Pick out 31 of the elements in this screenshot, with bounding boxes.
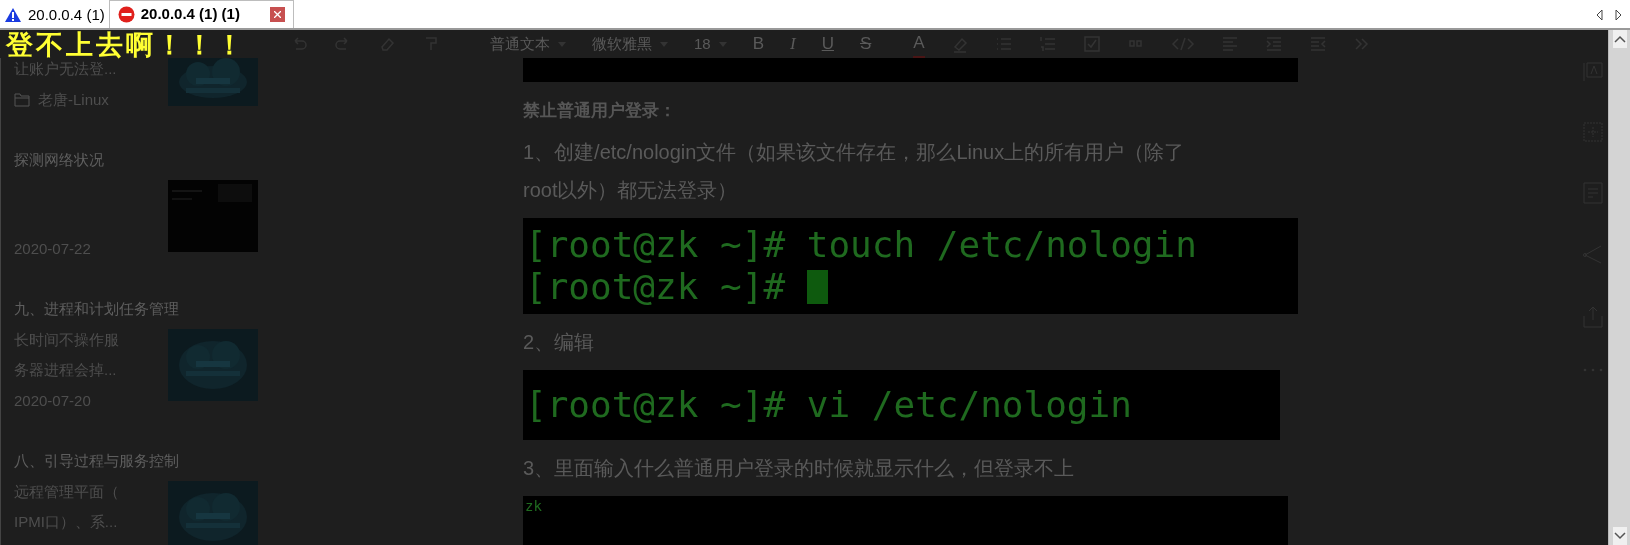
terminal-line: [root@zk ~]# — [525, 265, 787, 308]
close-icon — [273, 11, 281, 18]
article-title[interactable]: 九、进程和计划任务管理 — [14, 298, 523, 321]
strikethrough-button[interactable]: S — [860, 31, 872, 57]
no-entry-icon — [117, 6, 135, 23]
size-select[interactable]: 18 — [694, 32, 727, 56]
underline-button[interactable]: U — [821, 31, 834, 57]
paragraph-line: 1、创建/etc/nologin文件（如果该文件存在，那么Linux上的所有用户（除了 — [523, 139, 1186, 164]
terminal-line: [root@zk ~]# touch /etc/nologin — [525, 223, 1197, 266]
paragraph-line: root以外）都无法登录） — [523, 177, 739, 202]
style-select[interactable]: 普通文本 — [490, 32, 566, 56]
scroll-right-icon[interactable] — [1615, 9, 1622, 21]
bold-button[interactable]: B — [752, 31, 765, 57]
warning-icon — [4, 7, 22, 23]
article-title[interactable]: 八、引导过程与服务控制 — [14, 450, 523, 473]
terminal-message: 登不上去啊！！！ — [4, 30, 247, 58]
scroll-up-icon[interactable] — [1612, 30, 1627, 48]
close-button[interactable] — [269, 7, 285, 22]
font-select[interactable]: 微软雅黑 — [592, 32, 668, 56]
scroll-down-icon[interactable] — [1612, 527, 1627, 545]
terminal-line: zk — [525, 497, 543, 514]
scroll-left-icon[interactable] — [1596, 9, 1603, 21]
terminal-line: [root@zk ~]# vi /etc/nologin — [525, 383, 1132, 426]
paragraph-line: 2、编辑 — [523, 329, 596, 354]
article-title[interactable]: 探测网络状况 — [14, 149, 523, 172]
folder-icon — [14, 92, 30, 107]
session-tab[interactable]: 20.0.0.4 (1) (1) — [108, 0, 294, 28]
italic-button[interactable]: I — [790, 31, 796, 57]
scrollbar[interactable] — [1608, 30, 1630, 545]
section-heading: 禁止普通用户登录： — [523, 100, 677, 123]
paragraph-line: 3、里面输入什么普通用户登录的时候就显示什么，但登录不上 — [523, 455, 1076, 480]
